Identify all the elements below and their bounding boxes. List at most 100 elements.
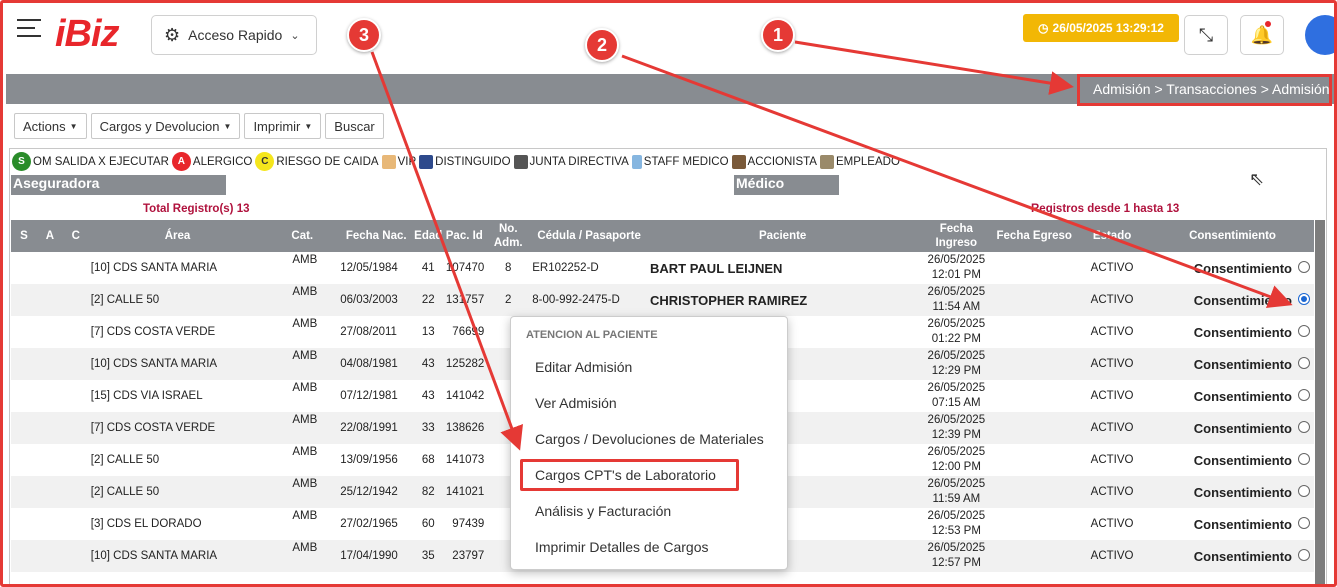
cat-cell: AMB — [292, 254, 318, 266]
gear-icon: ⚙ — [164, 24, 181, 45]
adm-cell: 8 — [505, 262, 512, 274]
medico-filter[interactable]: Médico — [734, 175, 839, 195]
row-select-radio[interactable] — [1298, 261, 1310, 273]
compress-screen-button[interactable]: ⤡ — [1184, 15, 1228, 55]
consentimiento-link[interactable]: Consentimiento — [1194, 453, 1292, 468]
col-header[interactable]: Edad — [414, 220, 443, 252]
consentimiento-link[interactable]: Consentimiento — [1194, 389, 1292, 404]
consentimiento-link[interactable]: Consentimiento — [1194, 261, 1292, 276]
actions-button[interactable]: Actions ▼ — [14, 113, 87, 139]
menu-item-ver-admision[interactable]: Ver Admisión — [535, 395, 617, 411]
fecha-nac-cell: 12/05/1984 — [340, 262, 398, 274]
row-select-radio[interactable] — [1298, 517, 1310, 529]
area-cell: [7] CDS COSTA VERDE — [90, 326, 216, 338]
legend-badge-c: C — [255, 152, 275, 171]
col-header[interactable]: Cédula / Pasaporte — [530, 220, 648, 252]
fecha-nac-cell: 27/02/1965 — [340, 518, 398, 530]
pac-id-cell: 97439 — [452, 518, 485, 530]
table-scrollbar[interactable] — [1315, 220, 1325, 586]
row-select-radio[interactable] — [1298, 549, 1310, 561]
area-cell: [3] CDS EL DORADO — [90, 518, 202, 530]
row-select-radio[interactable] — [1298, 421, 1310, 433]
consentimiento-cell: Consentimiento — [1151, 252, 1314, 284]
row-select-radio[interactable] — [1298, 389, 1310, 401]
aseguradora-filter[interactable]: Aseguradora — [11, 175, 226, 195]
notifications-button[interactable]: 🔔 — [1240, 15, 1284, 55]
col-header[interactable]: Fecha Nac. — [338, 220, 415, 252]
consentimiento-link[interactable]: Consentimiento — [1194, 517, 1292, 532]
buscar-button[interactable]: Buscar — [325, 113, 384, 139]
fecha-ingreso-time: 07:15 AM — [932, 397, 981, 409]
row-select-radio[interactable] — [1298, 293, 1310, 305]
table-row[interactable]: [2] CALLE 50 AMB 06/03/2003 22 131757 2 8-00-9… — [11, 284, 1314, 316]
fecha-ingreso-cell: 26/05/2025 11:54 AM — [917, 284, 996, 316]
staff-medico-icon — [631, 154, 642, 169]
col-header[interactable]: Fecha Egreso — [995, 220, 1074, 252]
mouse-cursor-icon: ⇖ — [1249, 169, 1265, 189]
row-select-radio[interactable] — [1298, 453, 1310, 465]
col-header[interactable]: Pac. Id — [442, 220, 487, 252]
area-cell: [10] CDS SANTA MARIA — [88, 348, 267, 380]
row-select-radio[interactable] — [1298, 357, 1310, 369]
consentimiento-link[interactable]: Consentimiento — [1194, 325, 1292, 340]
col-header[interactable]: No. Adm. — [486, 220, 531, 252]
a-cell — [37, 508, 63, 540]
hamburger-menu-icon[interactable] — [17, 19, 41, 39]
col-header[interactable]: S — [11, 220, 37, 252]
fecha-ingreso-cell: 26/05/2025 07:15 AM — [917, 380, 995, 412]
cat-cell: AMB — [292, 510, 318, 522]
col-header[interactable]: Paciente — [648, 220, 918, 252]
s-cell — [11, 412, 37, 444]
cat-cell: AMB — [292, 446, 318, 458]
area-cell: [2] CALLE 50 — [88, 476, 267, 508]
fecha-ingreso-time: 01:22 PM — [931, 333, 981, 345]
table-row[interactable]: [10] CDS SANTA MARIA AMB 12/05/1984 41 10747… — [11, 252, 1314, 284]
legend-badge-s: S — [12, 152, 31, 171]
row-select-radio[interactable] — [1298, 485, 1310, 497]
menu-item-imprimir-detalles[interactable]: Imprimir Detalles de Cargos — [535, 539, 709, 555]
consentimiento-cell: Consentimiento — [1151, 476, 1314, 508]
col-header[interactable]: C — [62, 220, 89, 252]
menu-item-analisis-facturacion[interactable]: Análisis y Facturación — [535, 503, 671, 519]
legend-label: VIP — [397, 155, 417, 168]
consentimiento-link[interactable]: Consentimiento — [1194, 421, 1292, 436]
user-avatar[interactable] — [1305, 15, 1337, 55]
legend-label: ALERGICO — [192, 155, 253, 168]
consentimiento-link[interactable]: Consentimiento — [1194, 293, 1292, 308]
edad-cell: 22 — [414, 284, 443, 316]
cargos-devolucion-button[interactable]: Cargos y Devolucion ▼ — [90, 113, 241, 139]
edad-cell: 35 — [414, 540, 443, 572]
col-header[interactable]: Área — [88, 220, 267, 252]
quick-access-dropdown[interactable]: ⚙ Acceso Rapido ⌄ — [151, 15, 317, 55]
legend-item-distinguido: DISTINGUIDO — [419, 154, 511, 169]
consentimiento-cell: Consentimiento — [1151, 508, 1314, 540]
c-cell — [62, 540, 89, 572]
col-header[interactable]: Estado — [1073, 220, 1152, 252]
a-cell — [36, 540, 63, 572]
clock-icon: ◷ — [1038, 21, 1049, 35]
c-cell — [63, 444, 89, 476]
col-header[interactable]: Consentimiento — [1151, 220, 1314, 252]
imprimir-button[interactable]: Imprimir ▼ — [244, 113, 322, 139]
col-header[interactable]: Fecha Ingreso — [917, 220, 996, 252]
consentimiento-link[interactable]: Consentimiento — [1194, 549, 1292, 564]
legend-item-junta: JUNTA DIRECTIVA — [513, 154, 629, 169]
col-header[interactable]: Cat. — [266, 220, 339, 252]
fecha-nac-cell: 07/12/1981 — [340, 390, 398, 402]
legend-item-vip: VIP — [381, 154, 417, 169]
a-cell — [37, 316, 63, 348]
consentimiento-link[interactable]: Consentimiento — [1194, 485, 1292, 500]
estado-cell: ACTIVO — [1073, 348, 1152, 380]
pac-id-cell: 141073 — [445, 454, 485, 466]
col-header[interactable]: A — [36, 220, 63, 252]
menu-item-cargos-devoluciones[interactable]: Cargos / Devoluciones de Materiales — [535, 431, 764, 447]
fecha-egreso-cell — [995, 284, 1074, 316]
row-select-radio[interactable] — [1298, 325, 1310, 337]
edad-cell: 41 — [421, 262, 435, 274]
edad-cell: 33 — [414, 412, 443, 444]
legend-item-riesgo: C RIESGO DE CAIDA — [255, 152, 379, 171]
fecha-egreso-cell — [995, 252, 1073, 284]
consentimiento-link[interactable]: Consentimiento — [1194, 357, 1292, 372]
area-cell: [10] CDS SANTA MARIA — [90, 262, 218, 274]
menu-item-editar-admision[interactable]: Editar Admisión — [535, 359, 632, 375]
